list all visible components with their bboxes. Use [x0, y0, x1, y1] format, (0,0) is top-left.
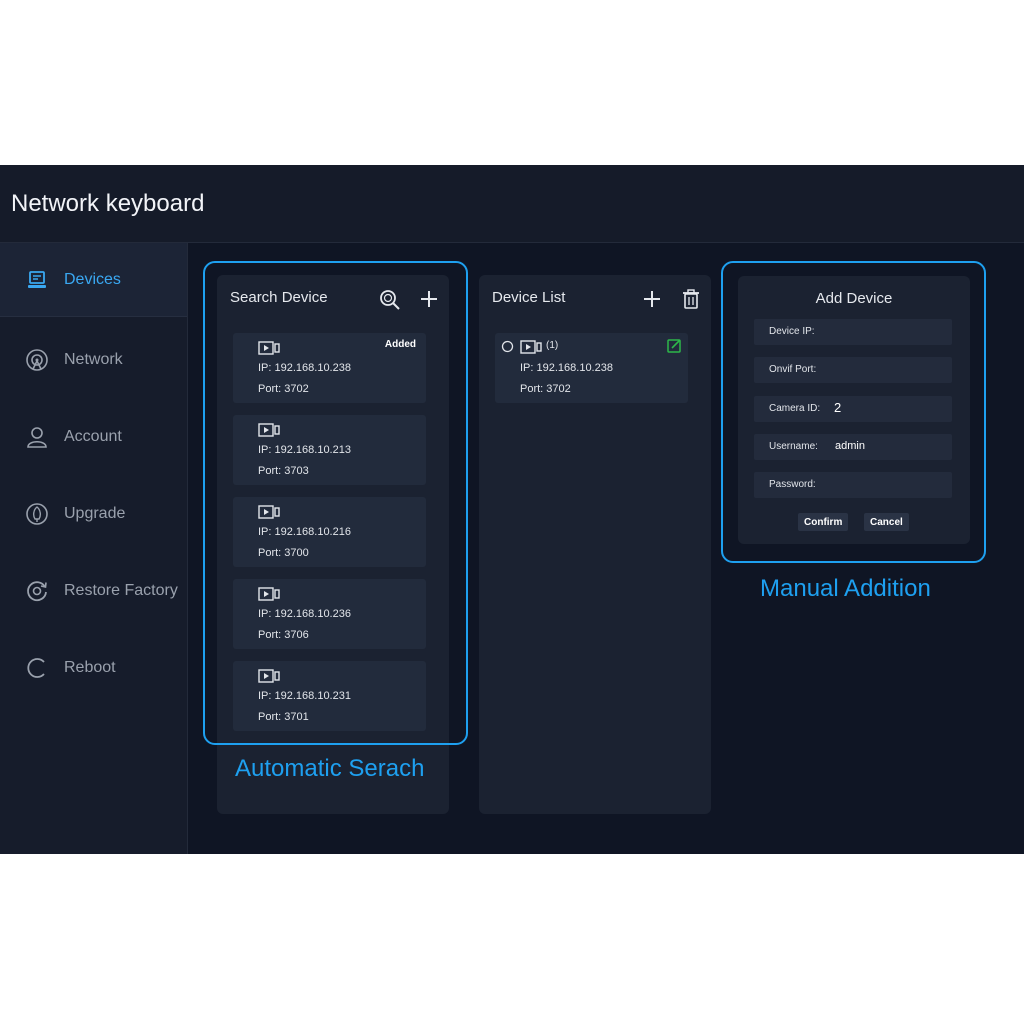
- device-list-card[interactable]: (1) IP: 192.168.10.238 Port: 3702: [495, 333, 688, 403]
- sidebar-item-label: Account: [64, 428, 122, 445]
- edit-icon[interactable]: [667, 338, 682, 353]
- sidebar-item-upgrade[interactable]: Upgrade: [0, 477, 187, 551]
- camera-icon: [520, 340, 542, 354]
- manual-addition-highlight: [721, 261, 986, 563]
- manual-addition-annotation: Manual Addition: [760, 575, 931, 602]
- sidebar-item-account[interactable]: Account: [0, 400, 187, 474]
- reboot-icon: [27, 658, 45, 678]
- device-ip: IP: 192.168.10.238: [520, 362, 613, 374]
- auto-search-highlight: [203, 261, 468, 745]
- device-port: Port: 3702: [520, 383, 571, 395]
- auto-search-annotation: Automatic Serach: [235, 755, 425, 782]
- sidebar-item-label: Network: [64, 351, 123, 368]
- sidebar: Devices Network Account Upgrade Restore …: [0, 243, 188, 854]
- device-list-title: Device List: [492, 289, 566, 306]
- app-title: Network keyboard: [11, 190, 205, 217]
- network-icon: [26, 349, 48, 371]
- upgrade-icon: [26, 503, 48, 525]
- sidebar-item-label: Upgrade: [64, 505, 126, 522]
- device-index: (1): [546, 340, 559, 351]
- devices-icon: [28, 270, 46, 288]
- sidebar-item-restore-factory[interactable]: Restore Factory: [0, 554, 187, 628]
- sidebar-item-label: Restore Factory: [64, 582, 178, 599]
- account-icon: [27, 427, 47, 448]
- title-bar: Network keyboard: [0, 165, 1024, 243]
- sidebar-item-devices[interactable]: Devices: [0, 243, 187, 317]
- sidebar-item-label: Devices: [64, 270, 121, 288]
- trash-icon[interactable]: [680, 288, 702, 310]
- sidebar-item-label: Reboot: [64, 659, 116, 676]
- sidebar-item-reboot[interactable]: Reboot: [0, 631, 187, 705]
- radio-button[interactable]: [501, 340, 514, 353]
- restore-icon: [27, 581, 47, 602]
- device-list-panel: Device List (1) IP: 192.168.10.238 Port:…: [479, 275, 711, 814]
- add-icon[interactable]: [641, 288, 663, 310]
- sidebar-item-network[interactable]: Network: [0, 323, 187, 397]
